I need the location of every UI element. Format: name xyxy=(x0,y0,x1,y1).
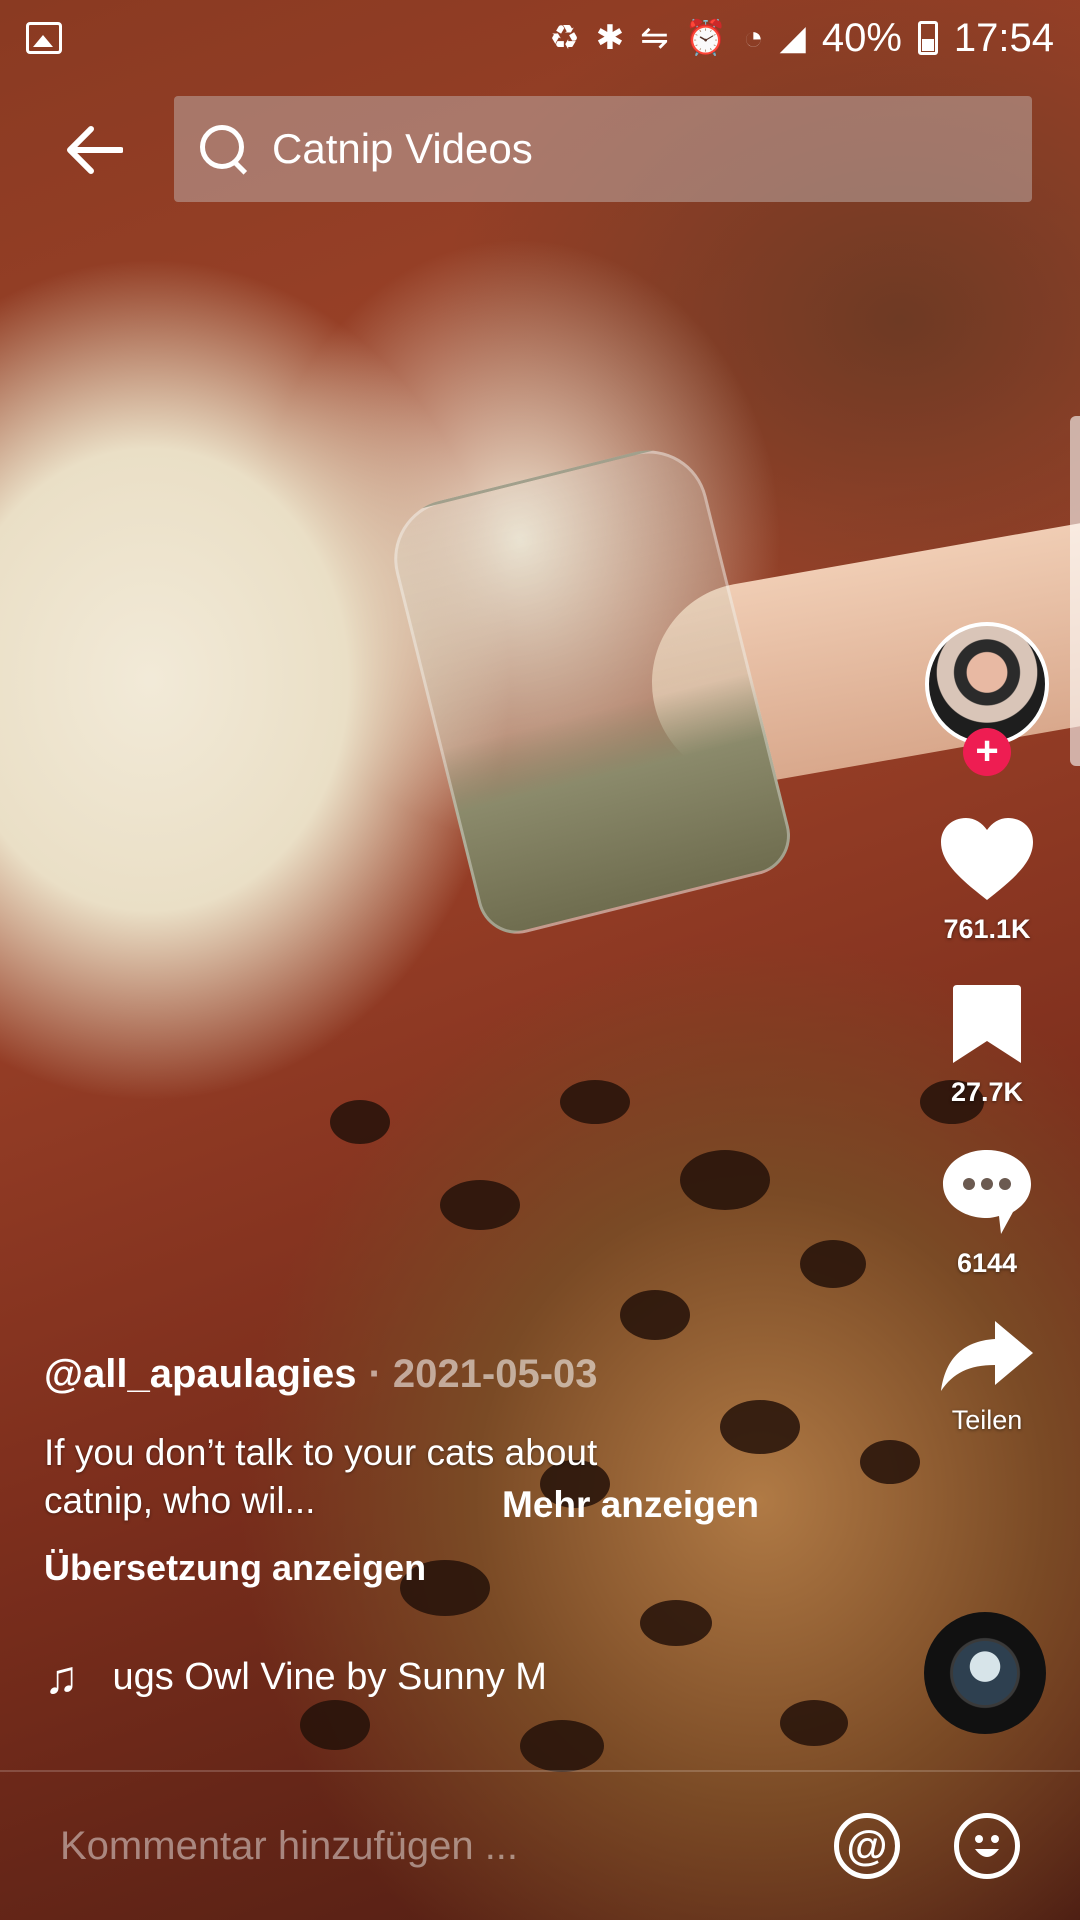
leopard-spot xyxy=(860,1440,920,1484)
bookmark-icon xyxy=(951,983,1023,1065)
mention-at-icon[interactable]: @ xyxy=(834,1813,900,1879)
signal-icon: ◢ xyxy=(779,19,806,57)
search-header: Catnip Videos xyxy=(0,96,1080,204)
creator-avatar-wrap[interactable]: + xyxy=(925,622,1049,776)
comment-bar: Kommentar hinzufügen ... @ xyxy=(0,1770,1080,1920)
search-icon xyxy=(198,123,250,175)
bluetooth-icon: ✱ xyxy=(595,19,625,57)
arrow-left-icon xyxy=(67,126,123,174)
search-query-text: Catnip Videos xyxy=(272,125,533,172)
post-date: · 2021-05-03 xyxy=(368,1352,598,1396)
gallery-notification-icon xyxy=(26,22,62,54)
music-disc-avatar xyxy=(953,1641,1017,1705)
caption-line-1: If you don’t talk to your cats about xyxy=(44,1432,598,1473)
action-column: + 761.1K 27.7K 6144 Teilen xyxy=(912,622,1062,1474)
comment-count: 6144 xyxy=(956,1248,1018,1278)
leopard-spot xyxy=(560,1080,630,1124)
username-link[interactable]: @all_apaulagies xyxy=(44,1352,356,1397)
battery-saver-icon: ♻ xyxy=(549,19,580,57)
music-disc-button[interactable] xyxy=(924,1612,1046,1734)
save-count: 27.7K xyxy=(950,1077,1024,1107)
vibrate-icon: ⇋ xyxy=(640,19,669,57)
leopard-spot xyxy=(440,1180,520,1230)
comment-input[interactable]: Kommentar hinzufügen ... xyxy=(60,1824,780,1869)
translate-button[interactable]: Übersetzung anzeigen xyxy=(44,1547,804,1589)
leopard-spot xyxy=(800,1240,866,1288)
scroll-indicator xyxy=(1070,416,1080,766)
leopard-spot xyxy=(620,1290,690,1340)
leopard-spot xyxy=(780,1700,848,1746)
video-feed-screen[interactable]: ♻ ✱ ⇋ ⏰ ◔ ◢ 40% 17:54 Catnip Videos + 76… xyxy=(0,0,1080,1920)
music-row[interactable]: ♫ ugs Owl Vine by Sunny M xyxy=(44,1650,547,1704)
follow-button[interactable]: + xyxy=(963,728,1011,776)
status-bar: ♻ ✱ ⇋ ⏰ ◔ ◢ 40% 17:54 xyxy=(0,0,1080,76)
leopard-spot xyxy=(680,1150,770,1210)
save-button[interactable]: 27.7K xyxy=(951,983,1023,1108)
leopard-spot xyxy=(300,1700,370,1750)
battery-percent: 40% xyxy=(821,15,902,60)
video-catnip-jar xyxy=(381,437,799,943)
music-note-icon: ♫ xyxy=(44,1651,79,1703)
like-count: 761.1K xyxy=(943,914,1031,944)
like-button[interactable]: 761.1K xyxy=(939,816,1035,945)
more-button[interactable]: Mehr anzeigen xyxy=(502,1484,759,1526)
alarm-icon: ⏰ xyxy=(684,19,728,57)
heart-icon xyxy=(939,816,1035,902)
share-arrow-icon xyxy=(939,1317,1035,1393)
leopard-spot xyxy=(520,1720,604,1772)
back-button[interactable] xyxy=(44,100,144,200)
emoji-icon[interactable] xyxy=(954,1813,1020,1879)
leopard-spot xyxy=(330,1100,390,1144)
comment-button[interactable]: 6144 xyxy=(939,1146,1035,1279)
music-title: ugs Owl Vine by Sunny M xyxy=(112,1655,547,1698)
post-caption: @all_apaulagies · 2021-05-03 If you don’… xyxy=(44,1352,804,1589)
leopard-spot xyxy=(640,1600,712,1646)
wifi-icon: ◔ xyxy=(743,19,764,57)
clock: 17:54 xyxy=(953,15,1054,60)
share-label: Teilen xyxy=(951,1405,1023,1435)
comment-bubble-icon xyxy=(939,1146,1035,1236)
share-button[interactable]: Teilen xyxy=(939,1317,1035,1436)
battery-icon xyxy=(917,21,938,55)
search-input[interactable]: Catnip Videos xyxy=(174,96,1032,202)
